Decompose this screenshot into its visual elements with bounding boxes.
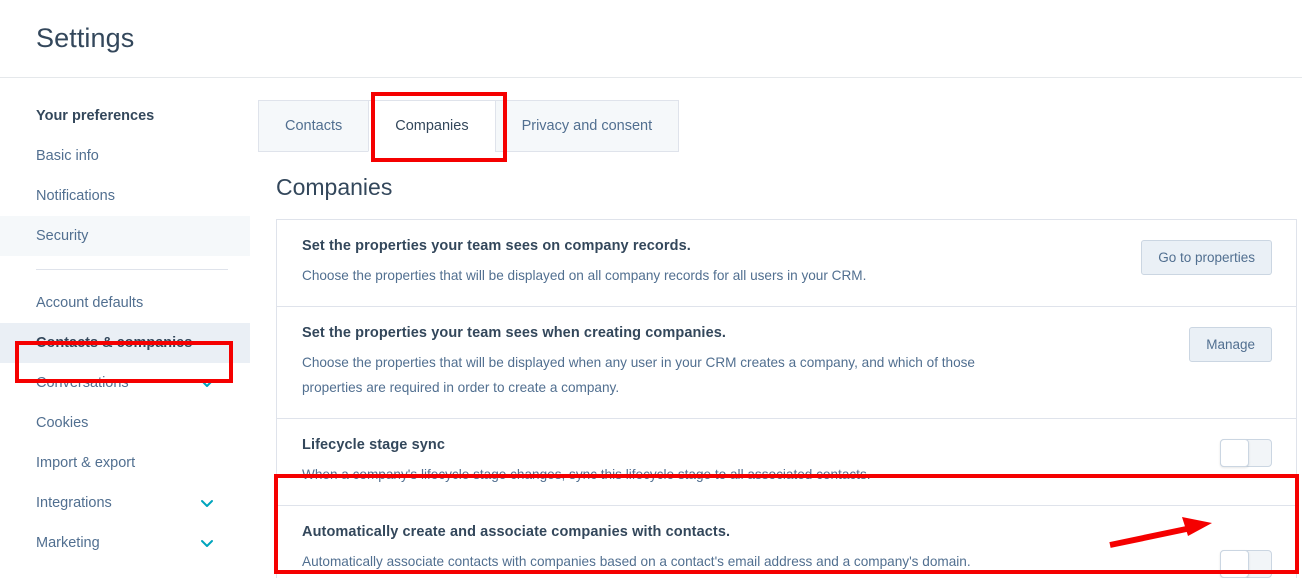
- tab-label: Privacy and consent: [521, 118, 653, 134]
- sidebar-item-cookies[interactable]: Cookies: [0, 403, 250, 443]
- tab-label: Contacts: [285, 118, 343, 134]
- go-to-properties-button[interactable]: Go to properties: [1141, 240, 1272, 275]
- row-text: Lifecycle stage sync When a company's li…: [302, 437, 1142, 487]
- row-description: When a company's lifecycle stage changes…: [302, 467, 871, 482]
- sidebar-item-notifications[interactable]: Notifications: [0, 176, 250, 216]
- tab-privacy-and-consent[interactable]: Privacy and consent: [494, 100, 680, 152]
- setting-row-auto-associate-companies: Automatically create and associate compa…: [277, 506, 1296, 578]
- sidebar-item-account-defaults[interactable]: Account defaults: [0, 283, 250, 323]
- sidebar-item-label: Import & export: [36, 455, 136, 471]
- setting-row-create-company-properties: Set the properties your team sees when c…: [277, 307, 1296, 419]
- chevron-down-icon: [201, 380, 213, 387]
- page-header: Settings: [0, 0, 1302, 78]
- sidebar-item-label: Notifications: [36, 188, 115, 204]
- sidebar-item-label: Marketing: [36, 535, 100, 551]
- setting-row-company-record-properties: Set the properties your team sees on com…: [277, 220, 1296, 307]
- section-title: Companies: [276, 174, 393, 200]
- sidebar-item-integrations[interactable]: Integrations: [0, 483, 250, 523]
- sidebar-heading-your-preferences: Your preferences: [0, 96, 250, 136]
- toggle-knob: [1220, 439, 1249, 467]
- sidebar-item-label: Account defaults: [36, 295, 144, 311]
- row-description: Automatically associate contacts with co…: [302, 554, 971, 569]
- row-text: Automatically create and associate compa…: [302, 524, 1142, 578]
- sidebar-item-marketing[interactable]: Marketing: [0, 523, 250, 563]
- row-title: Set the properties your team sees on com…: [302, 238, 691, 254]
- sidebar-item-label: Integrations: [36, 495, 112, 511]
- settings-card: Set the properties your team sees on com…: [276, 219, 1297, 578]
- row-description: Choose the properties that will be displ…: [302, 355, 975, 395]
- row-title: Lifecycle stage sync: [302, 437, 446, 453]
- tab-companies[interactable]: Companies: [368, 100, 496, 152]
- auto-associate-companies-toggle[interactable]: [1220, 550, 1272, 578]
- sidebar-item-import-and-export[interactable]: Import & export: [0, 443, 250, 483]
- row-text: Set the properties your team sees when c…: [302, 325, 1142, 400]
- sidebar-item-label: Conversations: [36, 375, 129, 391]
- sidebar-item-basic-info[interactable]: Basic info: [0, 136, 250, 176]
- row-action: [1142, 437, 1272, 467]
- manage-button[interactable]: Manage: [1189, 327, 1272, 362]
- row-action: Manage: [1142, 325, 1272, 362]
- chevron-down-icon: [201, 500, 213, 507]
- toggle-knob: [1220, 550, 1249, 578]
- row-action: [1142, 524, 1272, 578]
- settings-sidebar: Your preferences Basic info Notification…: [0, 78, 250, 578]
- sidebar-item-label: Basic info: [36, 148, 99, 164]
- row-description: Choose the properties that will be displ…: [302, 268, 867, 283]
- settings-tabs: Contacts Companies Privacy and consent: [258, 100, 688, 152]
- sidebar-heading-label: Your preferences: [36, 108, 155, 124]
- body-wrapper: Your preferences Basic info Notification…: [0, 78, 1302, 578]
- row-title: Automatically create and associate compa…: [302, 524, 731, 540]
- sidebar-item-conversations[interactable]: Conversations: [0, 363, 250, 403]
- sidebar-item-label: Cookies: [36, 415, 89, 431]
- page-title: Settings: [36, 23, 135, 53]
- sidebar-item-contacts-and-companies[interactable]: Contacts & companies: [0, 323, 250, 363]
- row-text: Set the properties your team sees on com…: [302, 238, 1141, 288]
- chevron-down-icon: [201, 540, 213, 547]
- tab-label: Companies: [395, 118, 469, 134]
- sidebar-item-label: Contacts & companies: [36, 335, 193, 351]
- row-title: Set the properties your team sees when c…: [302, 325, 727, 341]
- lifecycle-stage-sync-toggle[interactable]: [1220, 439, 1272, 467]
- sidebar-divider: [36, 269, 228, 270]
- sidebar-item-label: Security: [36, 228, 89, 244]
- sidebar-item-security[interactable]: Security: [0, 216, 250, 256]
- tab-contacts[interactable]: Contacts: [258, 100, 370, 152]
- main-content: Contacts Companies Privacy and consent C…: [250, 78, 1302, 578]
- row-action: Go to properties: [1141, 238, 1272, 275]
- setting-row-lifecycle-stage-sync: Lifecycle stage sync When a company's li…: [277, 419, 1296, 506]
